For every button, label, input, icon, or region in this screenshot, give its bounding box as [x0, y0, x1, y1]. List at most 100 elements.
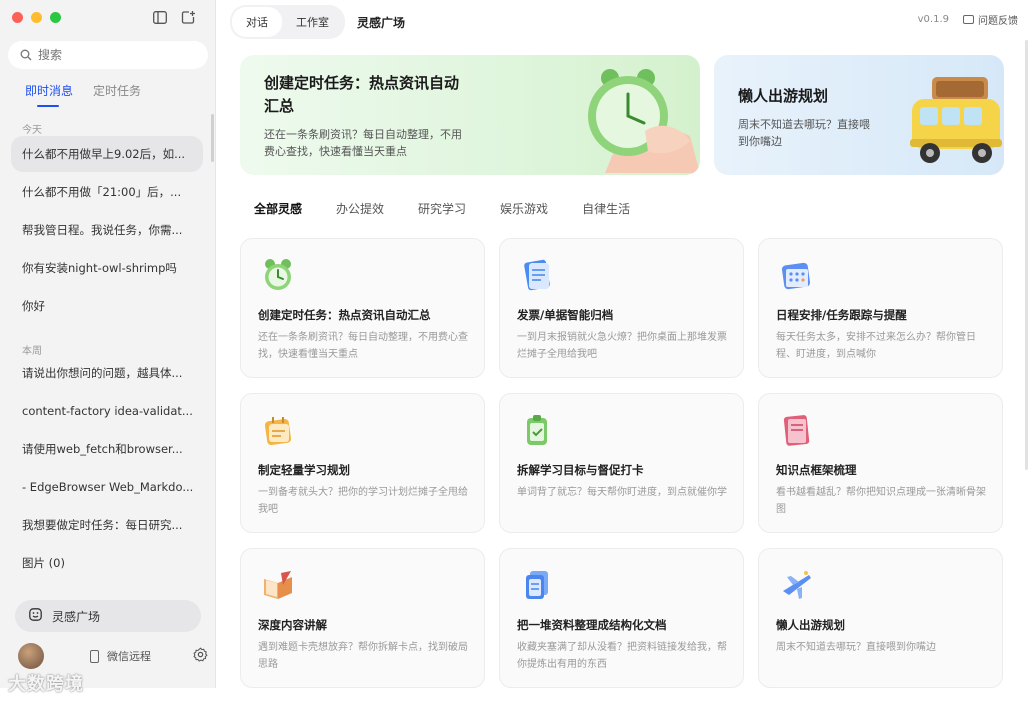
- yellow-van-illustration: [910, 77, 1002, 163]
- topbar-right: v0.1.9 问题反馈: [918, 12, 1018, 27]
- book-icon: [264, 571, 292, 599]
- calendar-icon: [781, 262, 811, 290]
- inspiration-card[interactable]: 制定轻量学习规划 一到备考就头大？把你的学习计划烂摊子全甩给我吧: [240, 393, 485, 533]
- banner-title: 创建定时任务：热点资讯自动 汇总: [264, 74, 460, 115]
- main-content: 对话 工作室 灵感广场 v0.1.9 问题反馈 创建定时任务：热点资讯自动 汇总 …: [216, 0, 1030, 702]
- card-title: 创建定时任务：热点资讯自动汇总: [258, 308, 431, 322]
- category-tab-self-discipline[interactable]: 自律生活: [582, 200, 630, 217]
- alarm-clock-hand-illustration: [588, 69, 700, 173]
- chat-item[interactable]: 什么都不用做「21:00」后，...: [11, 174, 203, 210]
- chat-item[interactable]: content-factory idea-validat...: [11, 393, 203, 429]
- wechat-remote-button[interactable]: 微信远程: [90, 648, 151, 664]
- inspiration-card[interactable]: 拆解学习目标与督促打卡 单词背了就忘？每天帮你盯进度，到点就催你学: [499, 393, 744, 533]
- card-description: 周末不知道去哪玩？直接喂到你嘴边: [776, 642, 936, 653]
- category-tab-office[interactable]: 办公提效: [336, 200, 384, 217]
- chat-item[interactable]: 图片 (0): [11, 545, 203, 581]
- inspiration-card[interactable]: 知识点框架梳理 看书越看越乱？帮你把知识点理成一张清晰骨架图: [758, 393, 1003, 533]
- mode-studio-tab[interactable]: 工作室: [282, 7, 343, 37]
- chat-item[interactable]: 请使用web_fetch和browser...: [11, 431, 203, 467]
- search-box[interactable]: [8, 41, 208, 69]
- card-description: 一到月末报销就火急火燎？把你桌面上那堆发票烂摊子全甩给我吧: [517, 332, 727, 360]
- card-title: 日程安排/任务跟踪与提醒: [776, 308, 907, 322]
- inspiration-card[interactable]: 日程安排/任务跟踪与提醒 每天任务太多，安排不过来怎么办？帮你管日程、盯进度，到…: [758, 238, 1003, 378]
- sidebar-footer: 微信远程: [18, 642, 208, 670]
- featured-banner-travel[interactable]: 懒人出游规划 周末不知道去哪玩？直接喂 到你嘴边: [714, 55, 1004, 175]
- toggle-sidebar-icon[interactable]: [152, 9, 168, 25]
- card-title: 发票/单据智能归档: [517, 308, 614, 322]
- feedback-label: 问题反馈: [978, 16, 1018, 27]
- chat-item[interactable]: 我想要做定时任务：每日研究...: [11, 507, 203, 543]
- card-title: 拆解学习目标与督促打卡: [517, 463, 644, 477]
- card-description: 看书越看越乱？帮你把知识点理成一张清晰骨架图: [776, 487, 986, 515]
- zoom-window-button[interactable]: [50, 12, 61, 23]
- banner-title: 懒人出游规划: [738, 87, 829, 105]
- airplane-icon: [783, 571, 811, 599]
- window-controls: [12, 12, 61, 23]
- phone-icon: [90, 649, 99, 663]
- version-label: v0.1.9: [917, 14, 949, 25]
- sidebar: 即时消息 定时任务 今天 什么都不用做早上9.02后，如... 什么都不用做「2…: [0, 0, 216, 688]
- close-window-button[interactable]: [12, 12, 23, 23]
- card-description: 单词背了就忘？每天帮你盯进度，到点就催你学: [517, 487, 727, 498]
- main-scrollbar[interactable]: [1025, 40, 1028, 470]
- chat-item[interactable]: - EdgeBrowser Web_Markdo...: [11, 469, 203, 505]
- inspiration-card[interactable]: 懒人出游规划 周末不知道去哪玩？直接喂到你嘴边: [758, 548, 1003, 688]
- category-tab-all[interactable]: 全部灵感: [254, 200, 302, 217]
- checkin-icon: [527, 415, 547, 445]
- feedback-icon: [963, 15, 974, 24]
- card-description: 一到备考就头大？把你的学习计划烂摊子全甩给我吧: [258, 487, 468, 515]
- sidebar-toolbar: [152, 9, 196, 25]
- category-tabs: 全部灵感 办公提效 研究学习 娱乐游戏 自律生活: [254, 200, 630, 217]
- chat-item[interactable]: 你有安装night-owl-shrimp吗: [11, 250, 203, 286]
- banner-description: 周末不知道去哪玩？直接喂 到你嘴边: [738, 118, 870, 148]
- sidebar-scrollbar[interactable]: [211, 114, 214, 162]
- card-title: 深度内容讲解: [258, 618, 327, 632]
- featured-banner-scheduled-news[interactable]: 创建定时任务：热点资讯自动 汇总 还在一条条刷资讯？每日自动整理，不用 费心查找，快…: [240, 55, 700, 175]
- category-tab-entertainment[interactable]: 娱乐游戏: [500, 200, 548, 217]
- invoice-icon: [524, 259, 550, 291]
- card-title: 制定轻量学习规划: [258, 463, 350, 477]
- settings-gear-icon[interactable]: [193, 647, 208, 666]
- plan-icon: [264, 417, 292, 446]
- card-title: 把一堆资料整理成结构化文档: [517, 618, 667, 632]
- inspiration-plaza-button[interactable]: 灵感广场: [15, 600, 201, 632]
- section-label-today: 今天: [22, 125, 42, 136]
- new-chat-icon[interactable]: [180, 9, 196, 25]
- wechat-remote-label: 微信远程: [107, 650, 151, 663]
- card-description: 还在一条条刷资讯？每日自动整理，不用费心查找，快速看懂当天重点: [258, 332, 468, 360]
- inspiration-card[interactable]: 发票/单据智能归档 一到月末报销就火急火燎？把你桌面上那堆发票烂摊子全甩给我吧: [499, 238, 744, 378]
- mode-toggle: 对话 工作室: [230, 5, 345, 39]
- topbar: 对话 工作室 灵感广场: [230, 5, 405, 39]
- card-description: 遇到难题卡壳想放弃？帮你拆解卡点，找到破局思路: [258, 642, 468, 670]
- search-input[interactable]: [38, 48, 188, 62]
- page-title: 灵感广场: [357, 15, 406, 30]
- chat-list-today: 什么都不用做早上9.02后，如... 什么都不用做「21:00」后，... 帮我…: [11, 136, 203, 326]
- inspiration-card[interactable]: 把一堆资料整理成结构化文档 收藏夹塞满了却从没看？把资料链接发给我，帮你提炼出有…: [499, 548, 744, 688]
- message-type-tabs: 即时消息 定时任务: [25, 82, 141, 107]
- card-description: 收藏夹塞满了却从没看？把资料链接发给我，帮你提炼出有用的东西: [517, 642, 727, 670]
- smile-icon: [29, 607, 42, 625]
- inspiration-plaza-label: 灵感广场: [52, 609, 101, 624]
- mode-chat-tab[interactable]: 对话: [232, 7, 282, 37]
- chat-item[interactable]: 请说出你想问的问题，越具体...: [11, 355, 203, 391]
- chat-item[interactable]: 帮我管日程。我说任务，你需...: [11, 212, 203, 248]
- tab-instant-messages[interactable]: 即时消息: [25, 82, 73, 107]
- chat-item[interactable]: 什么都不用做早上9.02后，如...: [11, 136, 203, 172]
- card-description: 每天任务太多，安排不过来怎么办？帮你管日程、盯进度，到点喊你: [776, 332, 976, 360]
- chat-list-this-week: 请说出你想问的问题，越具体... content-factory idea-va…: [11, 355, 203, 583]
- card-title: 懒人出游规划: [776, 618, 845, 632]
- inspiration-card[interactable]: 创建定时任务：热点资讯自动汇总 还在一条条刷资讯？每日自动整理，不用费心查找，快…: [240, 238, 485, 378]
- chat-item[interactable]: 你好: [11, 288, 203, 324]
- feedback-button[interactable]: 问题反馈: [963, 12, 1018, 27]
- banner-description: 还在一条条刷资讯？每日自动整理，不用 费心查找，快速看懂当天重点: [264, 128, 462, 158]
- card-title: 知识点框架梳理: [776, 463, 857, 477]
- documents-icon: [526, 571, 548, 599]
- search-icon: [20, 49, 32, 61]
- avatar[interactable]: [18, 643, 44, 669]
- alarm-clock-icon: [265, 259, 291, 290]
- category-tab-research[interactable]: 研究学习: [418, 200, 466, 217]
- watermark-logo: 大数跨境: [8, 674, 84, 695]
- inspiration-card[interactable]: 深度内容讲解 遇到难题卡壳想放弃？帮你拆解卡点，找到破局思路: [240, 548, 485, 688]
- minimize-window-button[interactable]: [31, 12, 42, 23]
- tab-scheduled-tasks[interactable]: 定时任务: [93, 82, 141, 107]
